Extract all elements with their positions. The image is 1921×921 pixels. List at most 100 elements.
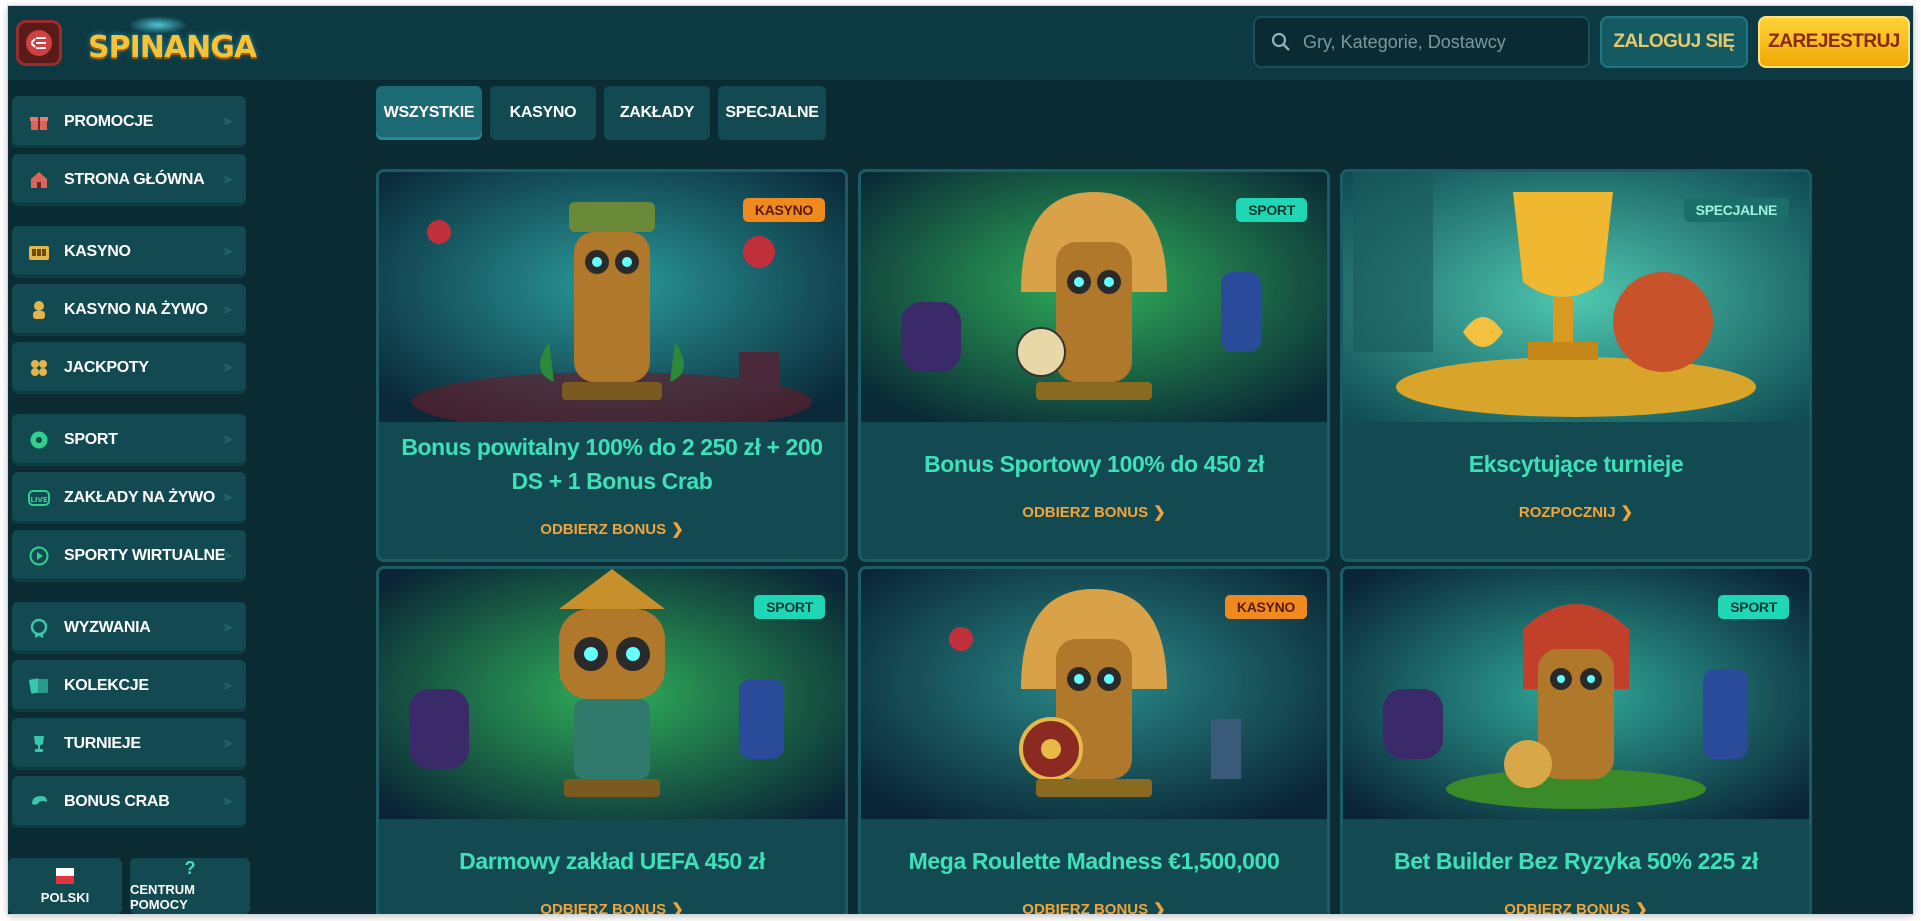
brand-logo[interactable]: SPINANGA	[88, 16, 257, 74]
sidebar-item-turnieje[interactable]: TURNIEJE ⫸	[12, 718, 246, 770]
chevron-right-icon: ⫸	[224, 792, 232, 808]
tab-specjalne[interactable]: SPECJALNE	[718, 86, 826, 140]
help-icon: ?	[184, 858, 196, 878]
category-badge: SPORT	[754, 595, 825, 619]
category-badge: KASYNO	[1224, 595, 1307, 619]
promo-card[interactable]: SPECJALNE Ekscytujące turnieje ROZPOCZNI…	[1340, 169, 1812, 562]
help-center-label: CENTRUM POMOCY	[130, 882, 195, 912]
tab-wszystkie[interactable]: WSZYSTKIE	[376, 86, 482, 140]
sidebar-item-strona-glowna[interactable]: STRONA GŁÓWNA ⫸	[12, 154, 246, 206]
sidebar-item-label: KASYNO	[64, 243, 131, 260]
language-button[interactable]: POLSKI	[8, 858, 122, 914]
soccer-ball-icon	[28, 429, 50, 451]
sidebar: PROMOCJE ⫸ STRONA GŁÓWNA ⫸ KASYNO ⫸ KASY…	[8, 84, 258, 914]
promo-card[interactable]: KASYNO Mega Roulette Madness €1,500,000 …	[858, 566, 1330, 914]
sidebar-item-sport[interactable]: SPORT ⫸	[12, 414, 246, 466]
chevron-right-icon: ⫸	[224, 300, 232, 316]
chevron-right-icon: ⫸	[224, 170, 232, 186]
dealer-icon	[28, 299, 50, 321]
claim-bonus-link[interactable]: ODBIERZ BONUS ❯	[861, 900, 1327, 914]
sidebar-item-promocje[interactable]: PROMOCJE ⫸	[12, 96, 246, 148]
category-badge: SPORT	[1236, 198, 1307, 222]
sidebar-item-kolekcje[interactable]: KOLEKCJE ⫸	[12, 660, 246, 712]
category-badge: SPORT	[1718, 595, 1789, 619]
sidebar-item-label: PROMOCJE	[64, 113, 154, 130]
chevron-right-icon: ❯	[1153, 901, 1166, 914]
brand-logo-text: SPINANGA	[88, 30, 257, 65]
chevron-right-icon: ⫸	[224, 488, 232, 504]
sidebar-item-wyzwania[interactable]: WYZWANIA ⫸	[12, 602, 246, 654]
claim-bonus-link[interactable]: ODBIERZ BONUS ❯	[379, 520, 845, 538]
start-link[interactable]: ROZPOCZNIJ ❯	[1343, 503, 1809, 521]
promo-card[interactable]: KASYNO Bonus powitalny 100% do 2 250 zł …	[376, 169, 848, 562]
search-input[interactable]	[1303, 31, 1583, 53]
chevron-right-icon: ❯	[1620, 504, 1634, 521]
promo-title: Mega Roulette Madness €1,500,000	[908, 848, 1280, 874]
cta-label: ODBIERZ BONUS	[1504, 901, 1631, 914]
cta-label: ODBIERZ BONUS	[1022, 504, 1149, 521]
live-icon: LIVE	[28, 487, 50, 509]
cta-label: ODBIERZ BONUS	[540, 901, 667, 914]
cta-label: ROZPOCZNIJ	[1518, 504, 1616, 521]
chevron-right-icon: ⫸	[224, 358, 232, 374]
chevron-right-icon: ❯	[671, 521, 684, 538]
sidebar-item-label: JACKPOTY	[64, 359, 149, 376]
cards-icon	[28, 675, 50, 697]
home-icon	[28, 169, 50, 191]
sidebar-item-bonus-crab[interactable]: BONUS CRAB ⫸	[12, 776, 246, 828]
tab-kasyno[interactable]: KASYNO	[490, 86, 596, 140]
chevron-right-icon: ❯	[671, 901, 684, 914]
claim-bonus-link[interactable]: ODBIERZ BONUS ❯	[861, 503, 1327, 521]
badge-icon	[28, 617, 50, 639]
chevron-right-icon: ⫸	[224, 546, 232, 562]
promo-card[interactable]: SPORT Darmowy zakład UEFA 450 zł ODBIERZ…	[376, 566, 848, 914]
sidebar-item-label: KOLEKCJE	[64, 677, 149, 694]
promo-title: Bonus powitalny 100% do 2 250 zł + 200 D…	[401, 434, 823, 494]
menu-toggle-button[interactable]	[16, 20, 62, 66]
language-label: POLSKI	[40, 889, 90, 905]
sidebar-item-zaklady-na-zywo[interactable]: LIVE ZAKŁADY NA ŻYWO ⫸	[12, 472, 246, 524]
chevron-right-icon: ❯	[1153, 504, 1166, 521]
promo-title: Bonus Sportowy 100% do 450 zł	[924, 451, 1264, 477]
category-badge: KASYNO	[742, 198, 825, 222]
category-badge: SPECJALNE	[1683, 198, 1789, 222]
app-window: SPINANGA ZALOGUJ SIĘ ZAREJESTRUJ PROMOCJ…	[8, 6, 1913, 914]
sidebar-item-label: ZAKŁADY NA ŻYWO	[64, 489, 216, 506]
casino-icon	[28, 241, 50, 263]
sidebar-item-jackpoty[interactable]: JACKPOTY ⫸	[12, 342, 246, 394]
svg-text:LIVE: LIVE	[30, 496, 47, 504]
sidebar-item-label: BONUS CRAB	[64, 793, 170, 810]
gift-icon	[28, 111, 50, 133]
sidebar-item-kasyno[interactable]: KASYNO ⫸	[12, 226, 246, 278]
login-button[interactable]: ZALOGUJ SIĘ	[1600, 16, 1748, 68]
chevron-right-icon: ⫸	[224, 242, 232, 258]
menu-icon	[26, 30, 52, 56]
sidebar-item-sporty-wirtualne[interactable]: SPORTY WIRTUALNE ⫸	[12, 530, 246, 582]
chevron-right-icon: ⫸	[224, 430, 232, 446]
search-icon	[1271, 32, 1291, 52]
trophy-icon	[28, 733, 50, 755]
sidebar-item-label: WYZWANIA	[64, 619, 151, 636]
promo-title: Ekscytujące turnieje	[1468, 451, 1684, 477]
chevron-right-icon: ⫸	[224, 618, 232, 634]
crab-icon	[28, 791, 50, 813]
sidebar-item-kasyno-na-zywo[interactable]: KASYNO NA ŻYWO ⫸	[12, 284, 246, 336]
chevron-right-icon: ❯	[1635, 901, 1648, 914]
claim-bonus-link[interactable]: ODBIERZ BONUS ❯	[379, 900, 845, 914]
help-center-button[interactable]: ? CENTRUM POMOCY	[130, 858, 250, 914]
chevron-right-icon: ⫸	[224, 112, 232, 128]
promo-card[interactable]: SPORT Bonus Sportowy 100% do 450 zł ODBI…	[858, 169, 1330, 562]
sidebar-item-label: STRONA GŁÓWNA	[64, 171, 205, 188]
cta-label: ODBIERZ BONUS	[1022, 901, 1149, 914]
chevron-right-icon: ⫸	[224, 734, 232, 750]
clover-icon	[28, 357, 50, 379]
claim-bonus-link[interactable]: ODBIERZ BONUS ❯	[1343, 900, 1809, 914]
sidebar-item-label: KASYNO NA ŻYWO	[64, 301, 208, 318]
register-button[interactable]: ZAREJESTRUJ	[1758, 16, 1910, 68]
play-icon	[28, 545, 50, 567]
search-box[interactable]	[1253, 16, 1590, 68]
cta-label: ODBIERZ BONUS	[540, 521, 667, 538]
top-header: SPINANGA ZALOGUJ SIĘ ZAREJESTRUJ	[8, 6, 1913, 82]
promo-card[interactable]: SPORT Bet Builder Bez Ryzyka 50% 225 zł …	[1340, 566, 1812, 914]
tab-zaklady[interactable]: ZAKŁADY	[604, 86, 710, 140]
